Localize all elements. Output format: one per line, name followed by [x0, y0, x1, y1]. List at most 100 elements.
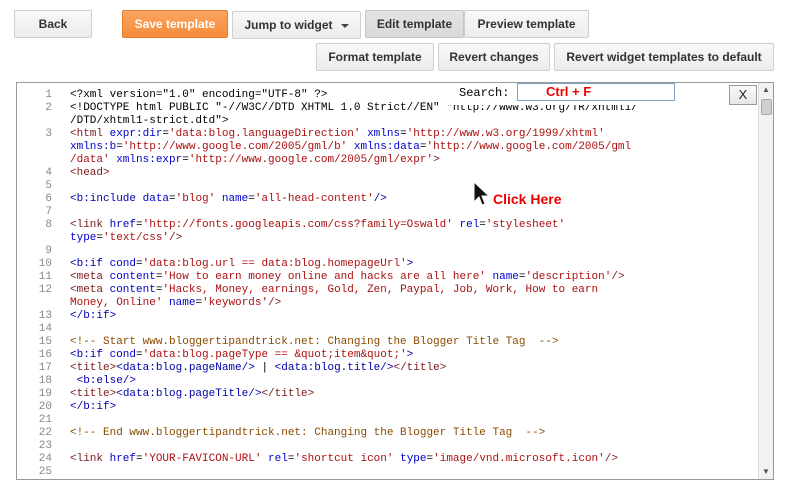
code-token: <!-- End www.bloggertipandtrick.net: Cha… — [70, 427, 546, 439]
scroll-up-arrow-icon[interactable]: ▲ — [760, 84, 772, 96]
code-line[interactable]: 19 <title><data:blog.pageTitle/></title> — [17, 388, 757, 401]
code-text: </b:if> — [70, 401, 757, 414]
code-line[interactable]: 10 <b:if cond='data:blog.url == data:blog… — [17, 258, 757, 271]
code-token: /data' — [70, 154, 110, 166]
line-number: 12 — [38, 284, 52, 296]
code-token: <data:blog.title/> — [274, 362, 394, 374]
line-number: 13 — [38, 310, 52, 322]
line-number: 25 — [38, 466, 52, 478]
line-number: 8 — [45, 219, 52, 231]
code-line[interactable]: /DTD/xhtml1-strict.dtd"> — [17, 115, 757, 128]
code-line[interactable]: 14 — [17, 323, 757, 336]
code-token: 'keywords' — [202, 297, 269, 309]
code-text: <title><data:blog.pageName/> | <data:blo… — [70, 362, 757, 375]
code-token: rel — [452, 219, 480, 231]
code-token: > — [406, 349, 414, 361]
code-token: 'YOUR-FAVICON-URL' — [142, 453, 262, 465]
code-token: 'data:blog.url == data:blog.homepageUrl' — [142, 258, 407, 270]
code-token: xmlns:data — [347, 141, 420, 153]
code-token: = — [479, 219, 486, 231]
line-number: 15 — [38, 336, 52, 348]
search-bar: Search: Ctrl + F X — [447, 83, 757, 105]
code-line[interactable]: 7 — [17, 206, 757, 219]
code-line[interactable]: 23 — [17, 440, 757, 453]
code-token: rel — [261, 453, 288, 465]
vertical-scrollbar[interactable]: ▲ ▼ — [758, 83, 773, 479]
code-text: /data' xmlns:expr='http://www.google.com… — [70, 154, 757, 167]
code-token: 'http://fonts.googleapis.com/css?family=… — [142, 219, 453, 231]
code-token: /> — [169, 232, 183, 244]
code-line[interactable]: 5 — [17, 180, 757, 193]
code-token: <head> — [70, 167, 110, 179]
revert-changes-button[interactable]: Revert changes — [438, 43, 550, 71]
click-here-annotation: Click Here — [493, 191, 562, 207]
code-line[interactable]: 22 <!-- End www.bloggertipandtrick.net: C… — [17, 427, 757, 440]
code-token: <link — [70, 453, 110, 465]
code-line[interactable]: 12 <meta content='Hacks, Money, earnings,… — [17, 284, 757, 297]
code-token: <html — [70, 128, 110, 140]
code-text: <b:if cond='data:blog.url == data:blog.h… — [70, 258, 757, 271]
scrollbar-thumb[interactable] — [761, 99, 772, 115]
code-token: <!-- Start www.bloggertipandtrick.net: C… — [70, 336, 559, 348]
code-line[interactable]: 13 </b:if> — [17, 310, 757, 323]
code-token: name — [215, 193, 249, 205]
code-token: </b:if> — [70, 401, 117, 413]
code-line[interactable]: 3 <html expr:dir = 'data:blog.languageDirec… — [17, 128, 757, 141]
code-token: 'stylesheet' — [485, 219, 566, 231]
line-number: 11 — [38, 271, 52, 283]
back-button[interactable]: Back — [14, 10, 92, 38]
code-token: 'all-head-content' — [254, 193, 374, 205]
code-line[interactable]: 15 <!-- Start www.bloggertipandtrick.net:… — [17, 336, 757, 349]
code-token: 'How to earn money online and hacks are … — [162, 271, 486, 283]
code-line[interactable]: 6 <b:include data='blog' name='all-head-c… — [17, 193, 757, 206]
scroll-down-arrow-icon[interactable]: ▼ — [760, 466, 772, 478]
code-token: 'http://www.google.com/2005/gml — [426, 141, 632, 153]
line-number: 22 — [38, 427, 52, 439]
line-number: 20 — [38, 401, 52, 413]
line-number: 9 — [45, 245, 52, 257]
code-token: > — [406, 258, 414, 270]
chevron-down-icon — [340, 24, 349, 28]
code-token: type — [393, 453, 427, 465]
code-line[interactable]: Money, Online' name='keywords'/> — [17, 297, 757, 310]
edit-template-tab[interactable]: Edit template — [365, 10, 464, 38]
code-line[interactable]: 8 <link href='http://fonts.googleapis.com… — [17, 219, 757, 232]
code-line[interactable]: type='text/css'/> — [17, 232, 757, 245]
code-editor[interactable]: 1 <?xml version="1.0" encoding="UTF-8" ?>… — [16, 82, 774, 480]
code-line[interactable]: 9 — [17, 245, 757, 258]
code-token: /> — [373, 193, 387, 205]
code-line[interactable]: 17 <title><data:blog.pageName/> | <data:b… — [17, 362, 757, 375]
code-text: </b:if> — [70, 310, 757, 323]
save-template-button[interactable]: Save template — [122, 10, 228, 38]
code-line[interactable]: 16 <b:if cond='data:blog.pageType == &quo… — [17, 349, 757, 362]
code-line[interactable]: 4 <head> — [17, 167, 757, 180]
code-line[interactable]: 20 </b:if> — [17, 401, 757, 414]
code-token: = — [169, 193, 176, 205]
search-input[interactable]: Ctrl + F — [517, 83, 675, 101]
revert-widget-templates-button[interactable]: Revert widget templates to default — [554, 43, 774, 71]
code-text: <link href='http://fonts.googleapis.com/… — [70, 219, 757, 232]
format-template-button[interactable]: Format template — [316, 43, 434, 71]
line-number: 2 — [45, 102, 52, 114]
code-line[interactable]: 25 — [17, 466, 757, 479]
code-line[interactable]: xmlns:b='http://www.google.com/2005/gml/… — [17, 141, 757, 154]
code-text: <b:include data='blog' name='all-head-co… — [70, 193, 757, 206]
preview-template-tab[interactable]: Preview template — [464, 10, 589, 38]
jump-to-widget-dropdown[interactable]: Jump to widget — [232, 11, 361, 39]
code-token: /> — [611, 271, 625, 283]
code-token: expr:dir — [109, 128, 163, 140]
code-token: cond — [109, 349, 137, 361]
line-number: 21 — [38, 414, 52, 426]
code-line[interactable]: /data' xmlns:expr='http://www.google.com… — [17, 154, 757, 167]
code-lines[interactable]: 1 <?xml version="1.0" encoding="UTF-8" ?>… — [17, 89, 757, 479]
code-line[interactable]: 18 <b:else/> — [17, 375, 757, 388]
code-token: = — [182, 154, 189, 166]
line-number: 3 — [45, 128, 52, 140]
close-search-button[interactable]: X — [729, 85, 757, 105]
code-token: </title> — [261, 388, 315, 400]
code-line[interactable]: 24 <link href='YOUR-FAVICON-URL' rel='sho… — [17, 453, 757, 466]
line-number: 18 — [38, 375, 52, 387]
code-line[interactable]: 11 <meta content = 'How to earn money onlin… — [17, 271, 757, 284]
code-token: <title> — [70, 388, 117, 400]
code-line[interactable]: 21 — [17, 414, 757, 427]
